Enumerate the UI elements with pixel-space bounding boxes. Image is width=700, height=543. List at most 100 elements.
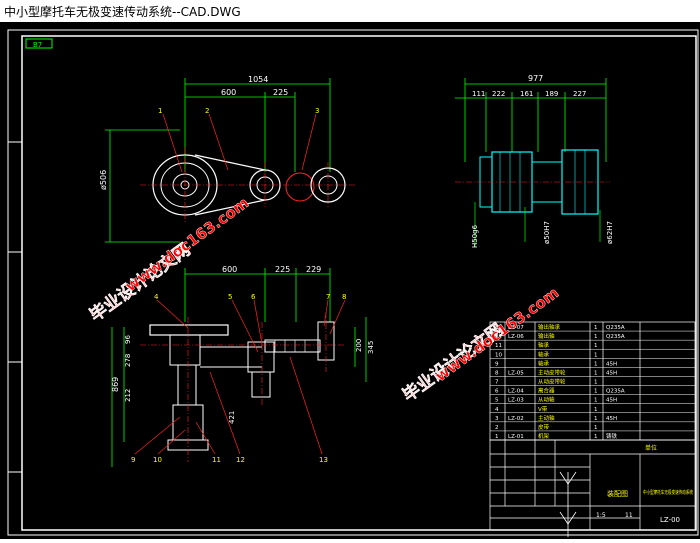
callout-8: 8 [342,293,346,301]
table-cell-mat: Q235A [606,325,625,331]
callout-9: 9 [131,456,135,464]
fit-62h7: ø62H7 [606,221,614,244]
table-cell-name: 机架 [538,432,550,440]
title-name: 装配图 [607,489,628,498]
table-cell-no: 2 [495,425,499,431]
table-cell-mat: 45H [606,370,617,376]
table-cell-qty: 1 [594,434,598,440]
side-dim-1: 111 [472,90,485,98]
table-cell-qty: 1 [594,370,598,376]
title-scale: 1:5 [596,512,606,519]
callout-12: 12 [236,456,245,464]
front-dim-b: 225 [275,265,290,274]
front-view: 600 225 229 96 278 212 869 200 345 421 4… [111,265,375,467]
table-cell-no: 6 [495,389,499,395]
callout-6: 6 [251,293,256,301]
table-cell-no: 7 [495,380,499,386]
parts-table-rows: 13 LZ-07 输出轴承 1 Q235A12 LZ-06 输出轴 1 Q235A11 轴承 110… [490,323,695,441]
table-cell-mat: 45H [606,398,617,404]
table-cell-qty: 1 [594,407,598,413]
cad-drawing: B7 1054 600 225 ø506 1 2 3 977 111 222 1… [7,29,699,537]
table-cell-qty: 1 [594,352,598,358]
top-dim-a: 600 [221,88,236,97]
front-dim-a: 600 [222,265,237,274]
table-cell-name: 皮带 [538,423,550,431]
watermark-site-left: www.doc163.com [122,194,252,296]
table-cell-name: 轴承 [538,350,550,358]
table-cell-qty: 1 [594,343,598,349]
callout-11: 11 [212,456,221,464]
table-cell-mat: Q235A [606,334,625,340]
window-title: 中小型摩托车无极变速传动系统--CAD.DWG [4,5,241,19]
table-cell-no: 4 [495,407,499,413]
side-overall-dim: 977 [528,74,543,83]
table-cell-no: 8 [495,370,499,376]
title-unit: 单位 [645,444,657,452]
callout-7: 7 [326,293,330,301]
fit-50h7: ø50H7 [543,221,551,244]
table-cell-code: LZ-03 [508,398,524,404]
table-cell-mat: Q235A [606,389,625,395]
side-dim-3: 161 [520,90,533,98]
table-cell-name: 离合器 [538,387,555,395]
front-dim-278: 278 [124,354,132,367]
side-dim-4: 189 [545,90,558,98]
table-cell-qty: 1 [594,425,598,431]
table-cell-code: LZ-02 [508,416,524,422]
table-cell-qty: 1 [594,361,598,367]
callout-4: 4 [154,293,159,301]
table-cell-name: V带 [538,406,548,413]
front-dim-345: 345 [367,341,375,354]
table-cell-mat: 45H [606,416,617,422]
top-overall-dim: 1054 [248,75,268,84]
frame-ticks [8,141,22,473]
surface-symbol [559,471,577,537]
table-cell-no: 5 [495,398,499,404]
cad-drawing-canvas[interactable]: B7 1054 600 225 ø506 1 2 3 977 111 222 1… [0,22,700,539]
table-cell-no: 10 [495,352,502,358]
title-drawing-no: LZ-00 [660,516,680,524]
title-bar: 中小型摩托车无极变速传动系统--CAD.DWG [0,0,700,23]
table-cell-qty: 1 [594,334,598,340]
front-dim-c: 229 [306,265,321,274]
table-cell-name: 输出轴 [538,332,555,340]
title-sheets: 11 [625,512,633,519]
table-cell-code: LZ-04 [508,389,524,395]
callout-1: 1 [158,107,162,115]
table-cell-qty: 1 [594,398,598,404]
top-dim-b: 225 [273,88,288,97]
table-cell-no: 3 [495,416,499,422]
top-diameter: ø506 [99,170,108,190]
callout-10: 10 [153,456,162,464]
table-cell-code: LZ-01 [508,434,524,440]
table-cell-name: 轴承 [538,359,550,367]
table-cell-no: 9 [495,361,499,367]
callout-2: 2 [205,107,209,115]
table-cell-name: 轴承 [538,341,550,349]
front-dim-96: 96 [124,335,132,344]
table-cell-qty: 1 [594,416,598,422]
side-dim-2: 222 [492,90,505,98]
table-cell-qty: 1 [594,325,598,331]
table-cell-name: 从动轴 [538,396,555,404]
side-view: 977 111 222 161 189 227 H50g6 ø50H7 ø62H… [455,74,614,248]
table-cell-no: 1 [495,434,499,440]
table-cell-qty: 1 [594,380,598,386]
side-dim-5: 227 [573,90,586,98]
fit-h50g6: H50g6 [471,224,479,248]
front-dim-421: 421 [228,411,236,424]
front-dim-212: 212 [124,389,132,402]
table-cell-name: 输出轴承 [538,323,561,331]
table-cell-mat: 45H [606,361,617,367]
table-cell-name: 主动皮带轮 [538,368,566,376]
callout-5: 5 [228,293,232,301]
table-cell-mat: 铸铁 [606,432,618,440]
callout-3: 3 [315,107,319,115]
outer-frame [7,29,699,536]
front-dim-869: 869 [111,377,120,392]
title-project: 中小型摩托车无极变速传动系统 [643,489,693,496]
watermark-left: 毕业设计论文网 www.doc163.com [85,193,252,326]
table-cell-name: 从动皮带轮 [538,378,566,386]
table-cell-code: LZ-05 [508,370,524,376]
callout-13: 13 [319,456,328,464]
